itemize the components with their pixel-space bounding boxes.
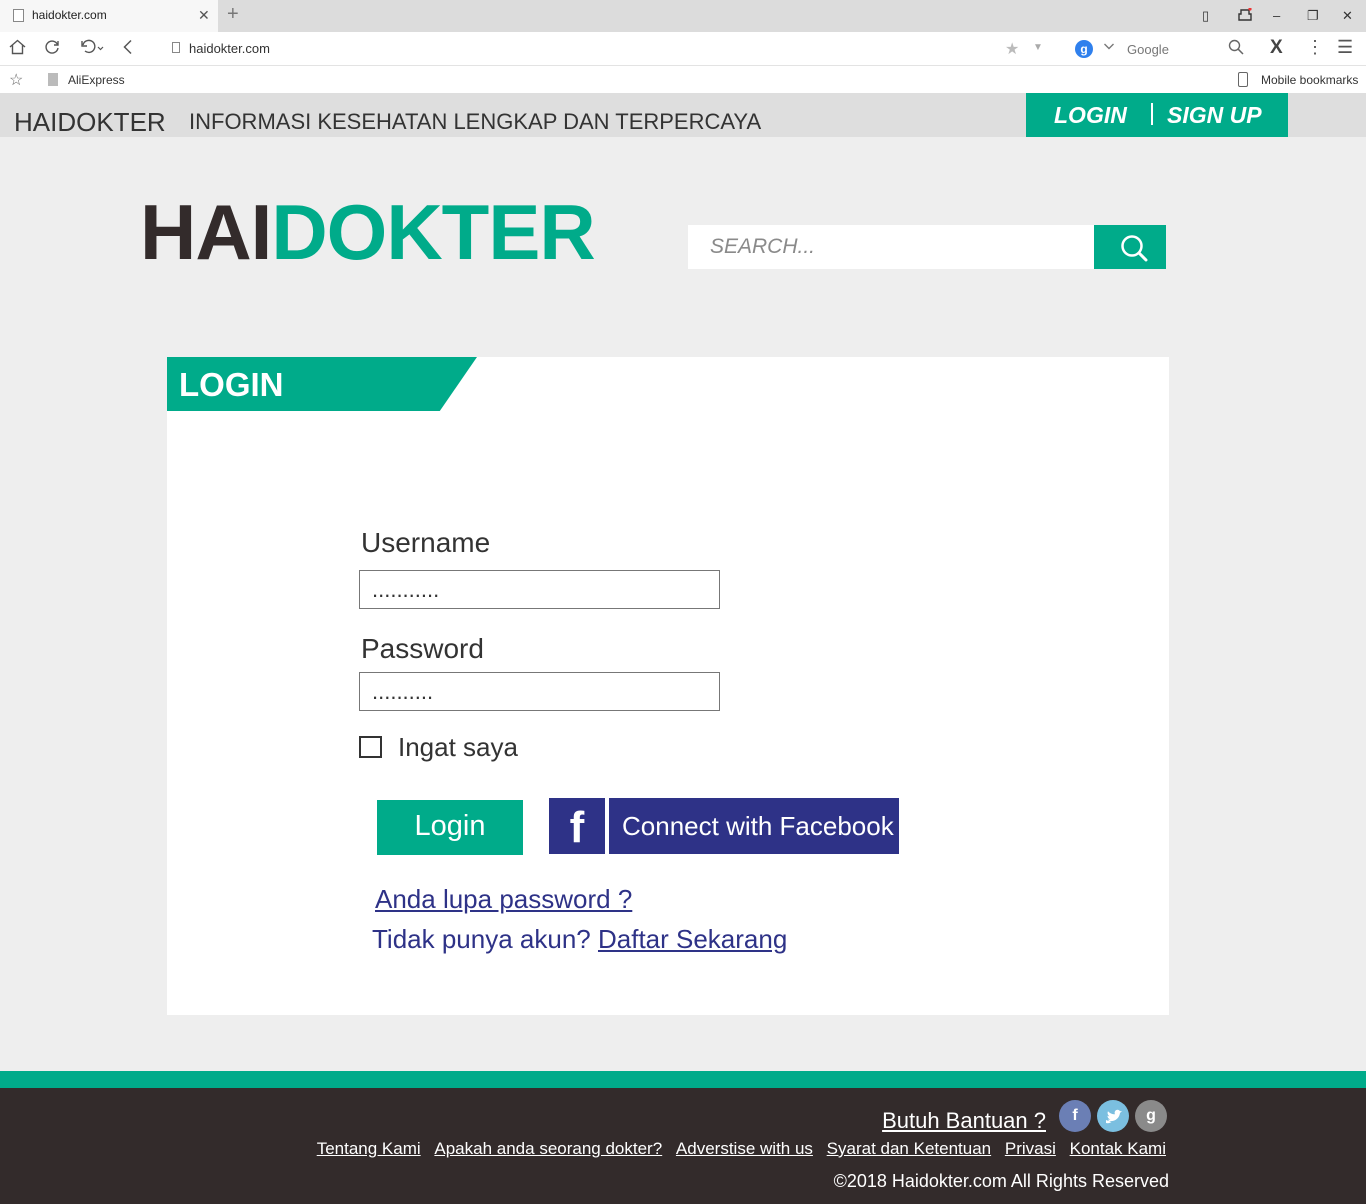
- logo-part-dokter: DOKTER: [271, 188, 595, 276]
- page-icon: [172, 42, 180, 53]
- remember-me-label[interactable]: Ingat saya: [398, 732, 518, 763]
- remember-me-checkbox[interactable]: [359, 736, 382, 758]
- tile-window-icon[interactable]: ▯: [1202, 8, 1209, 24]
- copyright-text: ©2018 Haidokter.com All Rights Reserved: [833, 1171, 1169, 1191]
- mobile-icon: [1238, 72, 1248, 87]
- search-engine-icon[interactable]: g: [1075, 40, 1093, 58]
- search-engine-input[interactable]: Google: [1127, 42, 1169, 57]
- twitter-icon[interactable]: [1097, 1100, 1129, 1132]
- footer-link-kontak[interactable]: Kontak Kami: [1070, 1139, 1166, 1158]
- search-input[interactable]: [688, 225, 1094, 269]
- browser-tab-bar: haidokter.com ✕ + ▯ ‒ ❐ ✕: [0, 0, 1366, 32]
- close-tab-icon[interactable]: ✕: [198, 7, 210, 24]
- chevron-down-icon[interactable]: [1103, 40, 1115, 55]
- chevron-down-icon[interactable]: ▼: [1033, 42, 1043, 53]
- restore-icon[interactable]: ❐: [1307, 8, 1319, 24]
- no-account-row: Tidak punya akun? Daftar Sekarang: [372, 924, 787, 955]
- top-signup-link[interactable]: SIGN UP: [1167, 102, 1262, 129]
- facebook-icon[interactable]: f: [1059, 1100, 1091, 1132]
- help-link[interactable]: Butuh Bantuan ?: [882, 1108, 1046, 1134]
- bookmark-star-icon[interactable]: ★: [1005, 39, 1019, 59]
- minimize-icon[interactable]: ‒: [1273, 8, 1280, 23]
- username-field[interactable]: ...........: [359, 570, 720, 609]
- search-icon: [1121, 235, 1148, 262]
- new-tab-icon[interactable]: +: [227, 3, 239, 26]
- x-extension-icon[interactable]: X: [1270, 37, 1283, 59]
- reload-icon[interactable]: [44, 39, 60, 60]
- tab-title: haidokter.com: [32, 8, 107, 22]
- address-bar: haidokter.com ★ ▼ g Google X ⋮ ☰: [0, 32, 1366, 66]
- search-button[interactable]: [1094, 225, 1166, 269]
- login-panel-header: LOGIN: [167, 357, 477, 411]
- undo-close-icon[interactable]: [80, 39, 104, 60]
- footer-link-tentang-kami[interactable]: Tentang Kami: [317, 1139, 421, 1158]
- auth-links: LOGIN SIGN UP: [1026, 93, 1288, 137]
- menu-icon[interactable]: ☰: [1337, 37, 1353, 58]
- forgot-password-link[interactable]: Anda lupa password ?: [375, 884, 632, 915]
- username-label: Username: [361, 527, 491, 558]
- footer: Butuh Bantuan ? f g Tentang Kami Apakah …: [0, 1088, 1366, 1204]
- home-icon[interactable]: [9, 39, 26, 60]
- site-logo[interactable]: HAIDOKTER: [140, 193, 596, 271]
- facebook-icon[interactable]: f: [549, 798, 605, 854]
- footer-link-privasi[interactable]: Privasi: [1005, 1139, 1056, 1158]
- page-icon: [13, 9, 24, 22]
- bookmark-aliexpress[interactable]: AliExpress: [68, 73, 125, 87]
- url-input[interactable]: haidokter.com: [189, 41, 270, 56]
- password-label: Password: [361, 633, 484, 664]
- bookmarks-bar: ☆ AliExpress Mobile bookmarks: [0, 66, 1366, 93]
- close-window-icon[interactable]: ✕: [1342, 8, 1353, 24]
- back-icon[interactable]: [122, 39, 134, 60]
- facebook-connect-button[interactable]: Connect with Facebook: [609, 798, 899, 854]
- divider: [1151, 103, 1153, 125]
- bookmark-star-icon[interactable]: ☆: [9, 70, 23, 90]
- more-options-icon[interactable]: ⋮: [1306, 37, 1324, 58]
- top-login-link[interactable]: LOGIN: [1054, 102, 1127, 129]
- footer-links: Tentang Kami Apakah anda seorang dokter?…: [308, 1139, 1166, 1159]
- google-plus-icon[interactable]: g: [1135, 1100, 1167, 1132]
- login-panel-title: LOGIN: [179, 366, 284, 403]
- no-account-text: Tidak punya akun?: [372, 924, 591, 954]
- login-button[interactable]: Login: [377, 800, 523, 855]
- site-tagline: INFORMASI KESEHATAN LENGKAP DAN TERPERCA…: [189, 109, 762, 134]
- mobile-bookmarks-link[interactable]: Mobile bookmarks: [1261, 73, 1358, 87]
- footer-link-dokter[interactable]: Apakah anda seorang dokter?: [434, 1139, 662, 1158]
- browser-tab[interactable]: haidokter.com ✕: [0, 0, 218, 32]
- extension-icon[interactable]: [1238, 7, 1252, 25]
- page-icon: [48, 73, 58, 86]
- footer-link-syarat[interactable]: Syarat dan Ketentuan: [827, 1139, 991, 1158]
- login-panel: LOGIN Username ........... Password ....…: [167, 357, 1169, 1015]
- register-link[interactable]: Daftar Sekarang: [598, 924, 787, 954]
- footer-accent-strip: [0, 1071, 1366, 1088]
- password-field[interactable]: ..........: [359, 672, 720, 711]
- logo-part-hai: HAI: [140, 188, 272, 276]
- site-top-bar: HAIDOKTER INFORMASI KESEHATAN LENGKAP DA…: [0, 93, 1366, 137]
- search-icon[interactable]: [1228, 39, 1244, 60]
- site-brand[interactable]: HAIDOKTER: [14, 107, 166, 138]
- footer-link-advertise[interactable]: Adverstise with us: [676, 1139, 813, 1158]
